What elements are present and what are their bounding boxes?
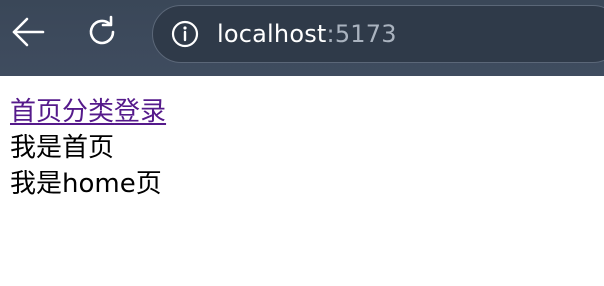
address-bar[interactable]: localhost:5173 [152, 5, 604, 63]
url-host: localhost [217, 20, 327, 48]
page-content: 首页分类登录 我是首页 我是home页 [10, 94, 166, 202]
home-text: 我是首页 [10, 133, 115, 163]
nav-link-home[interactable]: 首页 [10, 97, 62, 127]
home-page-text: 我是home页 [10, 169, 162, 199]
nav-link-login[interactable]: 登录 [114, 97, 166, 127]
arrow-left-icon [11, 17, 45, 51]
back-button[interactable] [10, 16, 46, 52]
browser-toolbar: localhost:5173 [0, 0, 604, 76]
url-port: :5173 [326, 20, 397, 48]
nav-links: 首页分类登录 [10, 94, 166, 130]
reload-button[interactable] [84, 15, 120, 53]
url-text[interactable]: localhost:5173 [217, 20, 397, 48]
nav-link-category[interactable]: 分类 [62, 97, 114, 127]
info-circle-icon[interactable] [171, 20, 199, 48]
page-viewport: 首页分类登录 我是首页 我是home页 [0, 76, 604, 286]
reload-icon [85, 15, 119, 53]
